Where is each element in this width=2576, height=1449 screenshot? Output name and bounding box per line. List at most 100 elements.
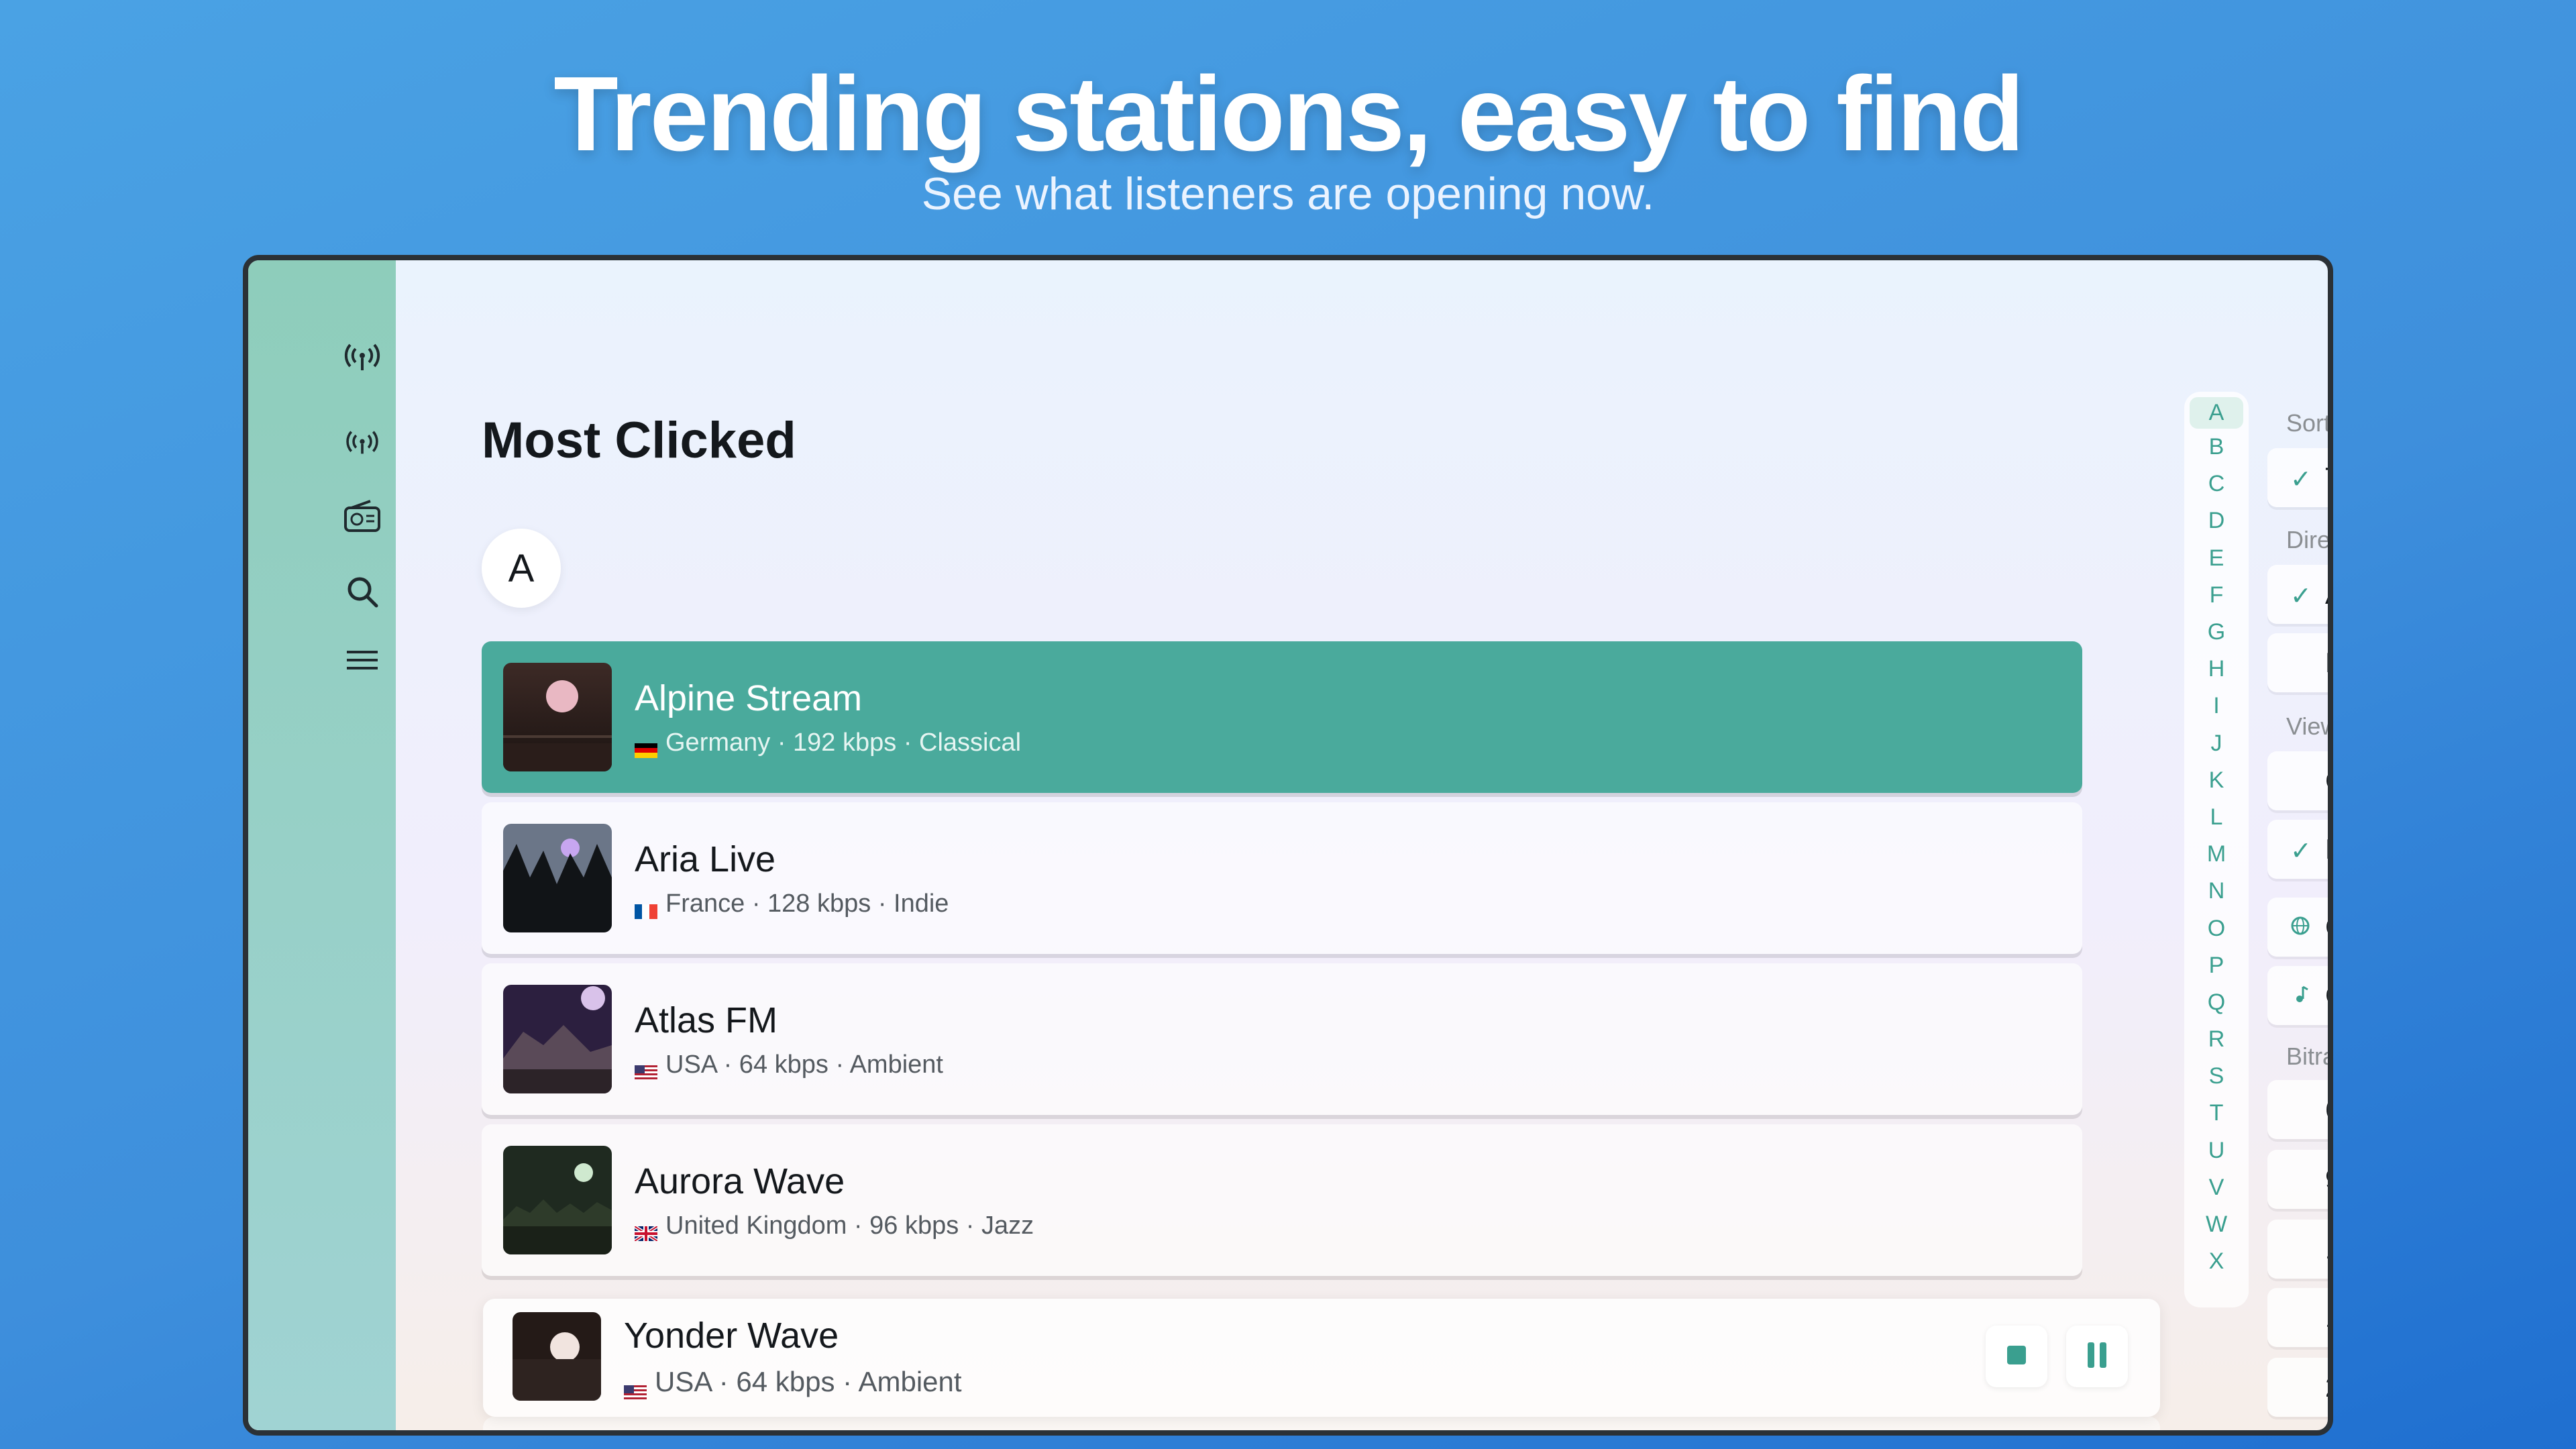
marketing-subheadline: See what listeners are opening now.: [921, 168, 1655, 219]
station-name: Aria Live: [635, 839, 776, 879]
station-row[interactable]: Aurora Wave United Kingdom · 96 kbps · J…: [482, 1124, 2082, 1276]
station-row[interactable]: Atlas FM USA · 64 kbps · Ambient: [482, 963, 2082, 1115]
station-row[interactable]: Aria Live France · 128 kbps · Indie: [482, 802, 2082, 954]
check-icon: ✓: [2290, 582, 2312, 610]
station-meta-text: France · 128 kbps · Indie: [665, 890, 949, 918]
station-artwork: [503, 663, 612, 771]
index-letter-c[interactable]: C: [2184, 466, 2249, 502]
direction-label: Dire: [2286, 526, 2331, 553]
broadcast-icon[interactable]: [342, 337, 382, 377]
index-letter-w[interactable]: W: [2184, 1206, 2249, 1243]
index-letter-n[interactable]: N: [2184, 873, 2249, 910]
usa-flag-icon: [624, 1375, 647, 1400]
index-letter-x[interactable]: X: [2184, 1243, 2249, 1280]
direction-option-label: A: [2325, 578, 2328, 610]
sort-option-label: T: [2325, 462, 2328, 494]
page-title: Most Clicked: [482, 412, 796, 469]
stop-icon: [2007, 1345, 2026, 1368]
bitrate-option[interactable]: 2: [2267, 1358, 2328, 1417]
index-letter-m[interactable]: M: [2184, 836, 2249, 873]
antenna-icon[interactable]: [342, 423, 382, 463]
now-playing-title: Yonder Wave: [624, 1316, 839, 1356]
view-option-grid[interactable]: G: [2267, 751, 2328, 810]
station-meta-text: Germany · 192 kbps · Classical: [665, 729, 1022, 757]
filter-country[interactable]: C: [2267, 898, 2328, 957]
uk-flag-icon: [633, 1219, 659, 1242]
index-letter-i[interactable]: I: [2184, 688, 2249, 724]
index-letter-q[interactable]: Q: [2184, 984, 2249, 1021]
station-name: Alpine Stream: [635, 678, 863, 718]
station-meta: USA · 64 kbps · Ambient: [635, 1051, 943, 1080]
view-option-list[interactable]: ✓ L: [2267, 820, 2328, 879]
now-playing-artwork: [513, 1312, 601, 1401]
index-letter-v[interactable]: V: [2184, 1169, 2249, 1206]
index-letter-t[interactable]: T: [2184, 1095, 2249, 1132]
index-letter-l[interactable]: L: [2184, 799, 2249, 836]
bitrate-option[interactable]: 9: [2267, 1150, 2328, 1209]
index-letter-g[interactable]: G: [2184, 614, 2249, 651]
station-meta-text: United Kingdom · 96 kbps · Jazz: [665, 1212, 1034, 1240]
bitrate-label: Bitra: [2286, 1042, 2333, 1070]
station-row[interactable]: Alpine Stream Germany · 192 kbps · Class…: [482, 641, 2082, 793]
station-name: Atlas FM: [635, 1000, 778, 1040]
station-meta: Germany · 192 kbps · Classical: [635, 729, 1022, 758]
check-icon: ✓: [2290, 837, 2312, 865]
globe-icon: [2290, 914, 2310, 943]
index-letter-j[interactable]: J: [2184, 725, 2249, 762]
station-name: Aurora Wave: [635, 1161, 845, 1201]
sidebar: [248, 260, 396, 1430]
station-meta: France · 128 kbps · Indie: [635, 890, 949, 919]
index-letter-d[interactable]: D: [2184, 502, 2249, 539]
station-artwork: [503, 824, 612, 932]
now-playing-meta: USA · 64 kbps · Ambient: [624, 1366, 962, 1400]
now-playing-meta-text: USA · 64 kbps · Ambient: [655, 1366, 962, 1397]
index-letter-s[interactable]: S: [2184, 1058, 2249, 1095]
index-letter-u[interactable]: U: [2184, 1132, 2249, 1169]
bitrate-option-label: 1: [2325, 1233, 2328, 1265]
index-letter-r[interactable]: R: [2184, 1021, 2249, 1058]
index-letter-p[interactable]: P: [2184, 947, 2249, 984]
index-letter-b[interactable]: B: [2184, 429, 2249, 466]
station-meta: United Kingdom · 96 kbps · Jazz: [633, 1212, 1034, 1242]
germany-flag-icon: [635, 736, 657, 758]
pause-icon: [2086, 1342, 2108, 1371]
direction-option-descending[interactable]: D: [2267, 633, 2328, 692]
index-letter-h[interactable]: H: [2184, 651, 2249, 688]
marketing-headline: Trending stations, easy to find: [553, 55, 2025, 173]
filter-genre-label: G: [2325, 979, 2328, 1012]
filter-country-label: C: [2325, 911, 2328, 943]
direction-option-ascending[interactable]: ✓ A: [2267, 565, 2328, 624]
menu-icon[interactable]: [342, 640, 382, 680]
index-letter-k[interactable]: K: [2184, 762, 2249, 799]
pause-button[interactable]: [2066, 1326, 2128, 1387]
station-meta-text: USA · 64 kbps · Ambient: [665, 1051, 943, 1079]
app-window: Most Clicked A Alpine Stream Germany · 1…: [243, 255, 2333, 1436]
sort-label: Sort: [2286, 409, 2331, 437]
index-letter-a[interactable]: A: [2190, 397, 2243, 429]
view-label: View: [2286, 712, 2333, 740]
bitrate-option[interactable]: 1: [2267, 1220, 2328, 1279]
stop-button[interactable]: [1986, 1326, 2047, 1387]
view-option-label: G: [2325, 765, 2328, 797]
sort-option[interactable]: ✓ T: [2267, 448, 2328, 507]
direction-option-label: D: [2325, 647, 2328, 679]
bitrate-option-label: 9: [2325, 1163, 2328, 1195]
bitrate-option-label: 1: [2325, 1301, 2328, 1334]
radio-icon[interactable]: [342, 496, 382, 537]
station-artwork: [503, 985, 612, 1093]
alphabet-index[interactable]: A B C D E F G H I J K L M N O P Q R S T …: [2184, 392, 2249, 1307]
search-icon[interactable]: [342, 572, 382, 612]
france-flag-icon: [635, 897, 657, 919]
music-note-icon: [2290, 982, 2310, 1011]
usa-flag-icon: [635, 1058, 657, 1080]
index-letter-f[interactable]: F: [2184, 577, 2249, 614]
next-row-peek: [483, 1417, 2160, 1430]
index-letter-e[interactable]: E: [2184, 540, 2249, 577]
index-letter-o[interactable]: O: [2184, 910, 2249, 947]
bitrate-option-label: 2: [2325, 1371, 2328, 1403]
now-playing-bar[interactable]: Yonder Wave USA · 64 kbps · Ambient: [483, 1299, 2160, 1417]
filter-genre[interactable]: G: [2267, 966, 2328, 1025]
bitrate-option[interactable]: 1: [2267, 1288, 2328, 1347]
section-header-letter: A: [482, 529, 561, 608]
bitrate-option[interactable]: 6: [2267, 1080, 2328, 1139]
